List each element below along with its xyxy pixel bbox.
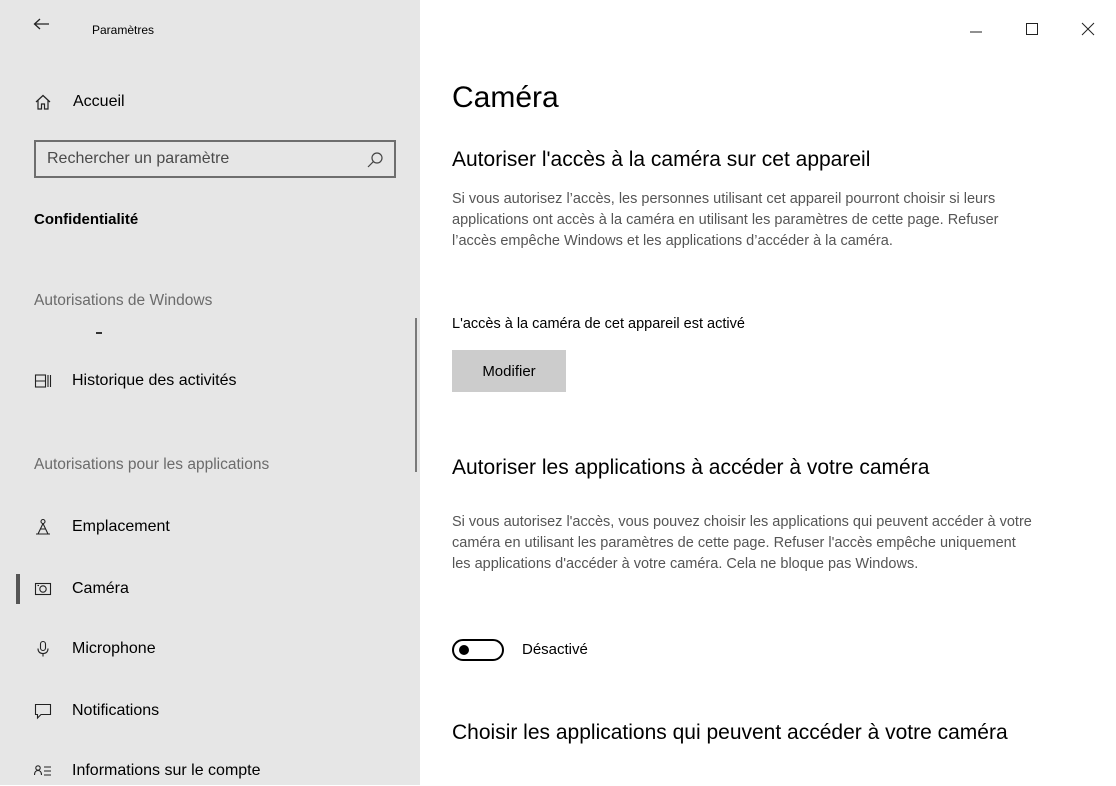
back-arrow-icon[interactable] (30, 18, 54, 42)
sidebar-item-label: Emplacement (72, 518, 170, 535)
choose-apps-heading: Choisir les applications qui peuvent acc… (452, 721, 1008, 744)
sidebar: Paramètres Accueil Confidentialité Autor… (0, 0, 420, 785)
toggle-label: Désactivé (522, 641, 588, 658)
section-title: Confidentialité (34, 211, 139, 228)
modify-button[interactable]: Modifier (452, 350, 566, 392)
search-icon[interactable] (366, 151, 384, 169)
close-icon (1081, 22, 1095, 36)
scrollbar[interactable] (415, 318, 417, 472)
sidebar-item-label: Caméra (72, 580, 129, 597)
sidebar-item-activity-history[interactable]: Historique des activités (34, 366, 237, 396)
sidebar-item-label: Accueil (73, 93, 125, 110)
sidebar-item-label: Notifications (72, 702, 160, 719)
sidebar-item-camera[interactable]: Caméra (34, 574, 129, 604)
app-access-heading: Autoriser les applications à accéder à v… (452, 456, 930, 479)
app-title: Paramètres (92, 23, 155, 37)
sidebar-item-label: Microphone (72, 640, 156, 657)
sidebar-item-microphone[interactable]: Microphone (34, 634, 156, 664)
app-access-description: Si vous autorisez l'accès, vous pouvez c… (452, 514, 1032, 572)
search-box[interactable] (34, 140, 396, 178)
group-header-windows: Autorisations de Windows (34, 292, 213, 309)
minimize-button[interactable] (948, 0, 1004, 60)
activity-history-icon (34, 374, 52, 388)
main-content: Caméra Autoriser l'accès à la caméra sur… (420, 0, 1116, 785)
sidebar-item-label: Informations sur le compte (72, 762, 261, 779)
sidebar-item-home[interactable]: Accueil (34, 88, 125, 116)
close-button[interactable] (1060, 0, 1116, 60)
camera-icon (34, 582, 52, 596)
microphone-icon (37, 640, 49, 657)
device-access-description: Si vous autorisez l’accès, les personnes… (452, 191, 999, 249)
page-title: Caméra (452, 81, 559, 114)
device-access-status: L'accès à la caméra de cet appareil est … (452, 316, 745, 332)
group-header-apps: Autorisations pour les applications (34, 456, 270, 473)
divider (96, 332, 102, 334)
toggle-knob (459, 645, 469, 655)
account-info-icon (34, 765, 51, 776)
maximize-icon (1026, 23, 1038, 35)
sidebar-item-notifications[interactable]: Notifications (34, 696, 159, 726)
sidebar-item-location[interactable]: Emplacement (34, 512, 170, 542)
maximize-button[interactable] (1004, 0, 1060, 60)
home-icon (35, 94, 51, 110)
sidebar-item-label: Historique des activités (72, 372, 237, 389)
sidebar-item-account-info[interactable]: Informations sur le compte (34, 756, 261, 786)
location-icon (36, 518, 50, 535)
active-indicator (16, 574, 20, 604)
minimize-icon (970, 31, 982, 33)
window-controls (948, 0, 1116, 60)
search-input[interactable] (36, 142, 357, 176)
notifications-icon (34, 703, 52, 720)
device-access-heading: Autoriser l'accès à la caméra sur cet ap… (452, 148, 871, 171)
title-bar: Paramètres (0, 0, 420, 60)
app-access-toggle[interactable] (452, 639, 504, 661)
